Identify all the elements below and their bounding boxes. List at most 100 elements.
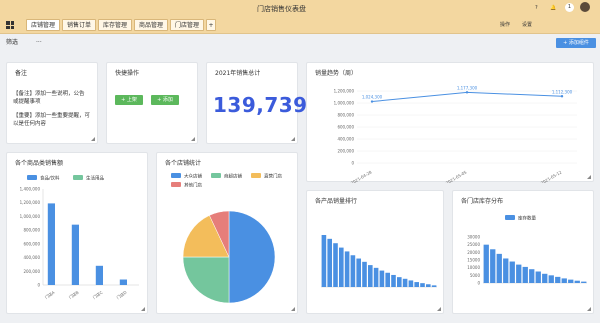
tab-add-button[interactable]: + [206,19,216,31]
store-stock-card: 各门店库存分布 库存数量 30000 25000 20000 15000 10000 500… [452,190,594,314]
header-action-2[interactable]: 设置 [522,20,532,30]
y-tick-label: 5000 [470,273,481,278]
y-tick-label: 15000 [467,258,480,263]
tab-products[interactable]: 商品管理 [134,19,168,31]
resize-handle[interactable] [91,137,95,141]
resize-handle[interactable] [437,307,441,311]
tab-orders[interactable]: 销售订单 [62,19,96,31]
product-rank-card: 各产品销量排行 [306,190,444,314]
bar [542,273,548,283]
resize-handle[interactable] [141,307,145,311]
legend-swatch [171,182,181,187]
help-icon[interactable]: ? [535,3,538,13]
add-widget-button[interactable]: + 添加组件 [556,38,596,48]
y-tick-label: 10000 [467,265,480,270]
y-tick-label: 1,000,000 [20,214,41,219]
bar [496,253,502,283]
resize-handle[interactable] [191,137,195,141]
legend-label: 大众店铺 [184,173,202,180]
legend-label: 生活用品 [86,175,104,182]
filter-button[interactable]: 筛选 [6,38,18,48]
legend-swatch [171,173,181,178]
y-tick-label: 0 [37,283,40,288]
store-stock-chart: 库存数量 30000 25000 20000 15000 10000 5000 0 [467,215,587,286]
bar [368,265,373,287]
bar [561,278,567,283]
total-sales-value: 139,739 [213,93,308,117]
y-tick-label: 20000 [467,250,480,255]
bar [509,261,515,283]
data-point [370,100,374,103]
bar [356,258,361,287]
note-line: 【备注】添加一些说明，公告 [13,91,85,97]
y-tick-label: 1,200,000 [20,200,41,205]
notes-card: 备注 【备注】添加一些说明，公告 或提醒事项 【重要】添加一些重要提醒，可 以是… [6,62,98,144]
resize-handle[interactable] [291,307,295,311]
bar [431,285,437,287]
x-tick-label: 2021-04-28 [350,169,373,183]
more-button[interactable]: ··· [36,38,42,48]
y-tick-label: 0 [351,161,354,166]
avatar[interactable] [580,2,590,12]
y-tick-label: 25000 [467,242,480,247]
bar [391,274,396,287]
card-title: 快捷操作 [115,70,140,77]
bar [362,261,367,287]
legend-swatch [27,175,37,180]
header-action-1[interactable]: 操作 [500,20,510,30]
toolbar: 筛选 ··· + 添加组件 [0,34,600,52]
tab-inventory[interactable]: 库存管理 [98,19,132,31]
y-tick-label: 1,000,000 [334,101,355,106]
bar [47,203,55,285]
quick-actions-card: 快捷操作 + 上架 + 添加 [106,62,198,144]
tab-store[interactable]: 店铺管理 [26,19,60,31]
resize-handle[interactable] [291,137,295,141]
add-button[interactable]: + 添加 [151,95,179,105]
shelve-button[interactable]: + 上架 [115,95,143,105]
data-point [465,91,469,94]
bar [350,255,356,287]
app-title: 门店销售仪表盘 [257,5,306,13]
user-badge[interactable]: 1 [565,3,574,12]
y-tick-label: 1,200,000 [334,89,355,94]
bar [581,281,587,283]
data-label: 1,024,300 [362,95,383,100]
bar [333,243,338,287]
card-title: 2021年销售总计 [215,70,261,77]
bar [397,277,402,287]
bar [426,284,431,287]
x-tick-label: 门店C [91,289,103,300]
data-label: 1,112,300 [552,89,573,94]
x-tick-label: 门店B [67,289,79,300]
series-line [371,91,563,103]
y-tick-label: 30000 [467,235,480,240]
bar [71,224,79,285]
tab-stores[interactable]: 门店管理 [170,19,204,31]
bar [522,266,528,283]
notification-icon[interactable]: 🔔 [550,3,556,13]
product-rank-chart [321,235,437,288]
bar [408,280,414,287]
bar [490,249,496,283]
y-tick-label: 400,000 [23,255,40,260]
resize-handle[interactable] [587,307,591,311]
store-stats-card: 各个店铺统计 大众店铺 商超店铺 直营门店 其他门店 [156,152,298,314]
bar [420,283,425,287]
y-tick-label: 200,000 [337,149,354,154]
legend-label: 其他门店 [184,182,202,189]
bar [548,275,554,283]
pie-slice [228,210,276,304]
data-point [560,95,564,98]
legend-label: 直营门店 [264,173,282,180]
resize-handle[interactable] [587,175,591,179]
menu-grid-icon[interactable] [6,21,14,29]
pie-slice [182,256,230,304]
x-tick-label: 2021-05-12 [540,169,563,183]
bar [339,247,344,287]
note-line: 以是任何内容 [13,121,47,127]
x-tick-label: 门店D [115,289,128,300]
y-tick-label: 400,000 [337,137,354,142]
y-tick-label: 600,000 [23,241,40,246]
bar [574,280,580,283]
bar [344,251,350,287]
